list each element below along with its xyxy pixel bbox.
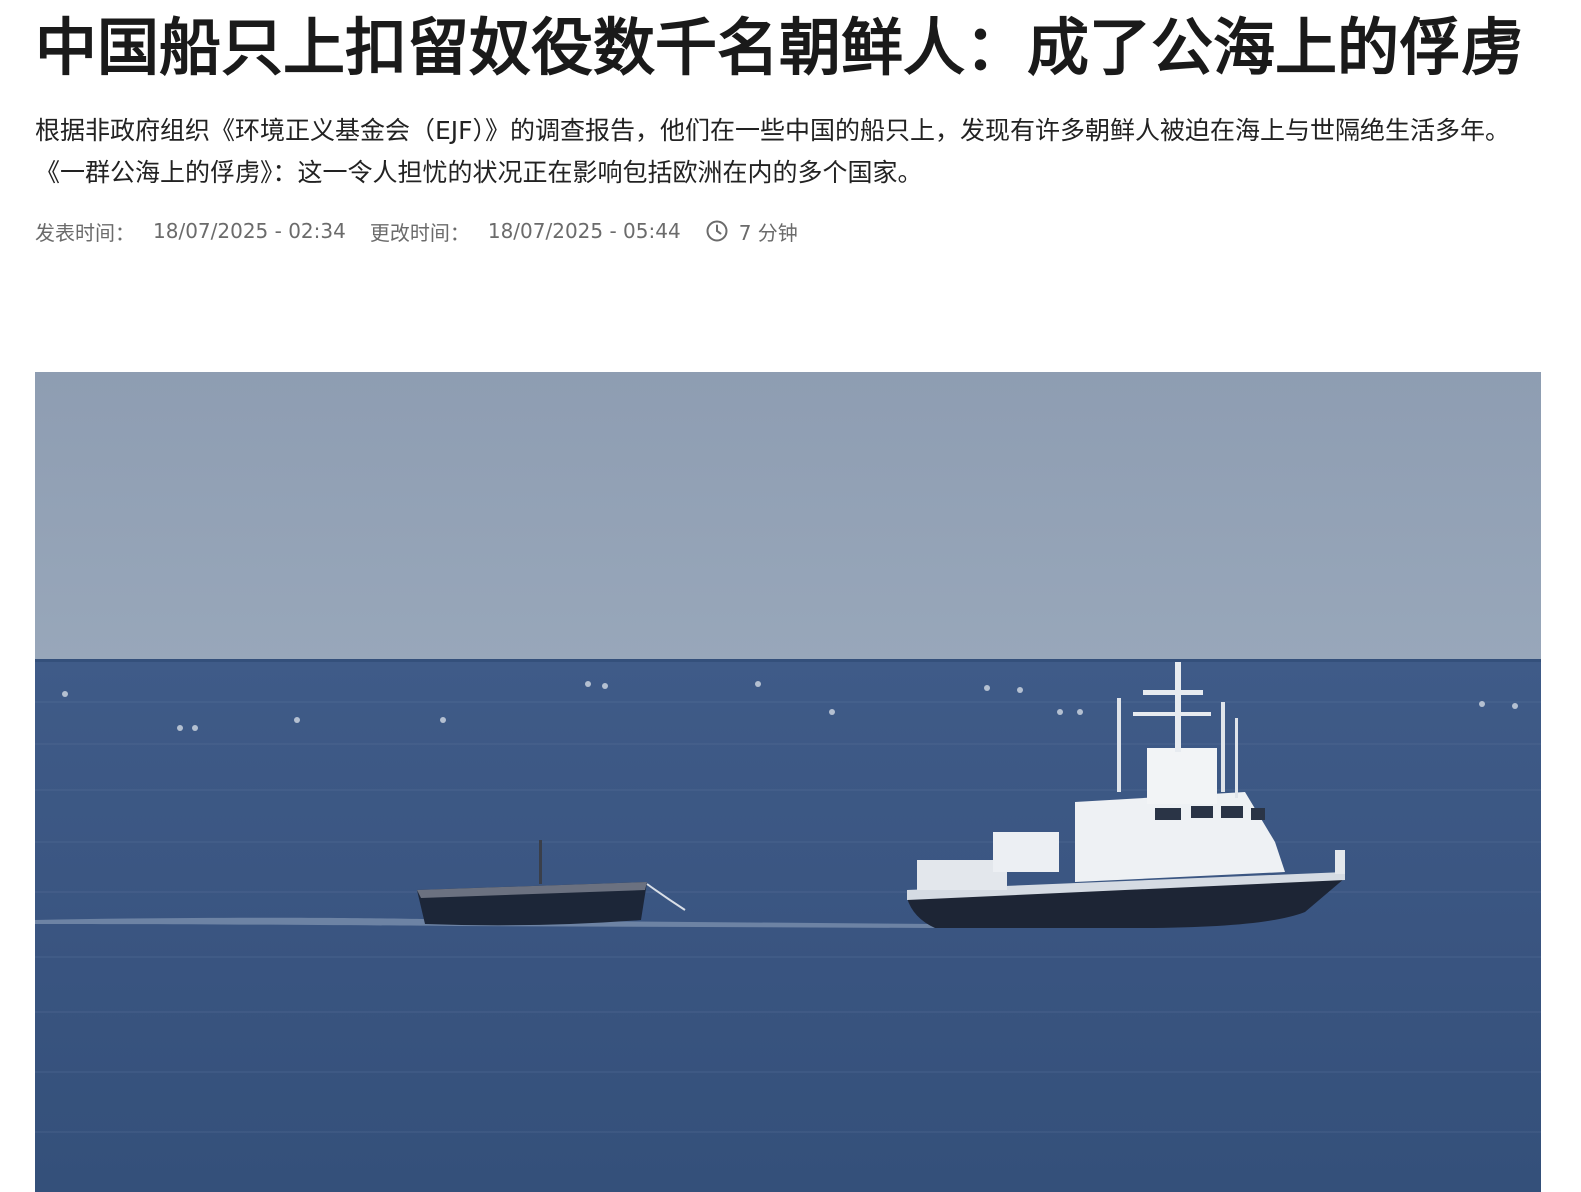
article-summary: 根据非政府组织《环境正义基金会（EJF）》的调查报告，他们在一些中国的船只上，发… <box>35 116 1511 187</box>
ships-at-sea-photo <box>35 372 1541 1192</box>
read-time: 7 分钟 <box>738 220 798 245</box>
article-title: 中国船只上扣留奴役数千名朝鲜人：成了公海上的俘虏 <box>35 11 1524 84</box>
published-label: 发表时间： <box>35 220 135 245</box>
horizon <box>35 659 1541 662</box>
article-meta: 发表时间： 18/07/2025 - 02:34 更改时间： 18/07/202… <box>35 216 1541 246</box>
updated-label: 更改时间： <box>369 220 470 245</box>
article: 中国船只上扣留奴役数千名朝鲜人：成了公海上的俘虏 根据非政府组织《环境正义基金会… <box>35 0 1541 246</box>
updated-time: 18/07/2025 - 05:44 <box>487 219 681 243</box>
clock-icon <box>705 219 729 243</box>
published-time: 18/07/2025 - 02:34 <box>153 219 346 243</box>
sky <box>35 372 1541 662</box>
article-hero-image[interactable] <box>35 372 1541 1192</box>
